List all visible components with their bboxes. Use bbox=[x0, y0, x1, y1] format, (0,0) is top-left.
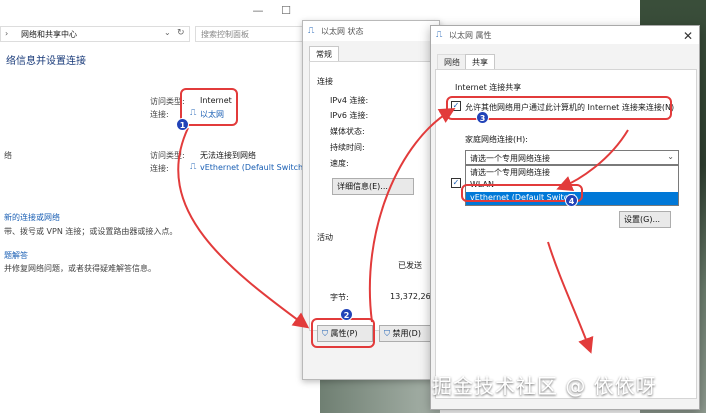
step-badge-1: 1 bbox=[176, 118, 189, 131]
arrow-2-to-3 bbox=[368, 107, 456, 323]
arrow-3-to-4 bbox=[556, 129, 629, 191]
step-badge-4: 4 bbox=[565, 194, 578, 207]
highlight-ethernet bbox=[180, 88, 238, 126]
arrow-4-to-ok bbox=[547, 241, 594, 354]
arrow-1-to-2 bbox=[177, 127, 310, 329]
highlight-properties bbox=[311, 318, 375, 348]
watermark: 掘金技术社区 @ 依依呀 bbox=[432, 374, 657, 398]
step-badge-2: 2 bbox=[340, 308, 353, 321]
annotation-arrows bbox=[177, 107, 629, 354]
step-badge-3: 3 bbox=[476, 111, 489, 124]
